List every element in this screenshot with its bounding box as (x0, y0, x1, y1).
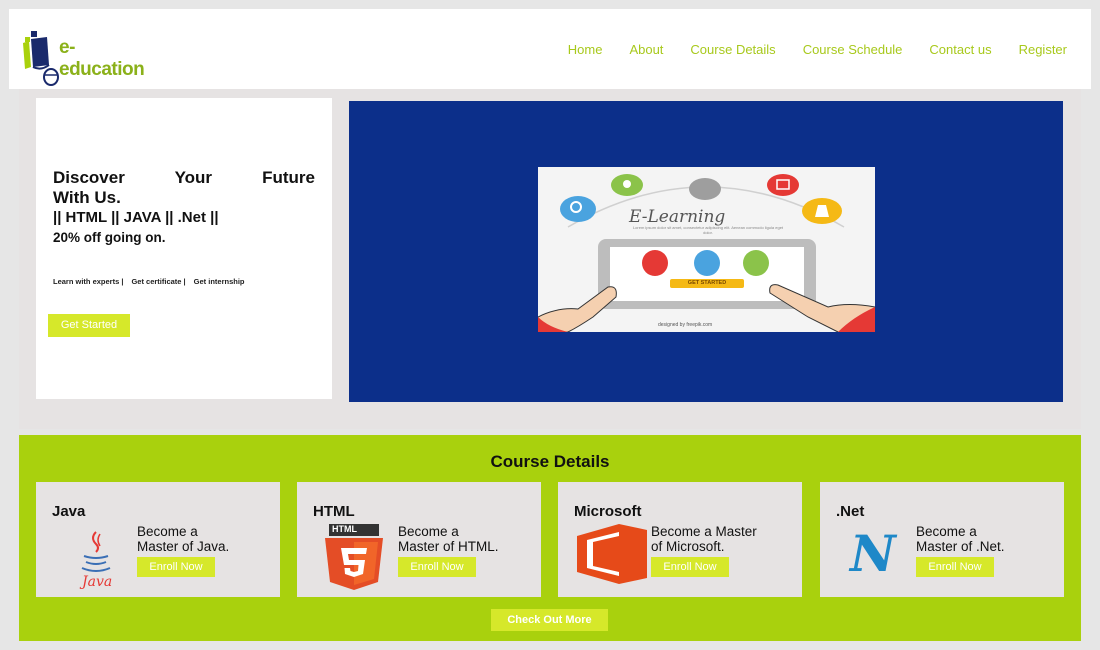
hero-tag: Get certificate | (131, 277, 186, 286)
course-desc-line: of Microsoft. (651, 539, 725, 554)
course-name: Microsoft (574, 503, 642, 520)
course-desc-line: Become a (916, 524, 977, 539)
html5-icon-label: HTML (332, 524, 357, 534)
hero-title-line1: Discover Your Future (53, 168, 315, 187)
site-header: e-education Home About Course Details Co… (9, 9, 1091, 89)
course-desc-line: Master of Java. (137, 539, 230, 554)
hero-title: Discover Your Future With Us. (53, 168, 315, 208)
main-nav: Home About Course Details Course Schedul… (568, 42, 1067, 57)
book-mouse-icon (23, 31, 59, 86)
course-desc-line: Become a (398, 524, 459, 539)
hero-tags: Learn with experts | Get certificate | G… (53, 277, 245, 286)
logo[interactable]: e-education (19, 27, 149, 89)
hero-section: Discover Your Future With Us. || HTML ||… (19, 89, 1081, 429)
course-name: Java (52, 503, 86, 520)
course-description: Become a Master of .Net. (916, 524, 1061, 554)
hero-offer: 20% off going on. (53, 230, 166, 245)
course-description: Become a Master of Java. (137, 524, 282, 554)
course-description: Become a Master of Microsoft. (651, 524, 796, 554)
course-card-html: HTML HTML Become a Master of HTML. Enrol… (297, 482, 541, 597)
nav-contact-us[interactable]: Contact us (929, 42, 991, 57)
course-card-microsoft: Microsoft Become a Master of Microsoft. … (558, 482, 802, 597)
nav-about[interactable]: About (629, 42, 663, 57)
course-card-java: Java Java Become a Master of Java. Enrol… (36, 482, 280, 597)
get-started-button[interactable]: Get Started (48, 314, 130, 337)
enroll-now-button[interactable]: Enroll Now (398, 557, 476, 577)
section-title: Course Details (490, 452, 610, 471)
enroll-now-button[interactable]: Enroll Now (916, 557, 994, 577)
course-description: Become a Master of HTML. (398, 524, 543, 554)
elearning-illustration: E-Learning Lorem ipsum dolor sit amet, c… (538, 167, 875, 332)
nav-register[interactable]: Register (1019, 42, 1067, 57)
brand-name: e-education (59, 37, 145, 80)
dotnet-icon-label: N (850, 524, 896, 583)
hero-banner: E-Learning Lorem ipsum dolor sit amet, c… (349, 101, 1063, 402)
enroll-now-button[interactable]: Enroll Now (651, 557, 729, 577)
elearning-caption: Lorem ipsum dolor sit amet, consectetur … (632, 225, 784, 235)
elearning-title: E-Learning (629, 207, 726, 227)
hero-subtitle: || HTML || JAVA || .Net || (53, 209, 219, 226)
java-icon: Java (66, 524, 126, 594)
course-details-section: Course Details Java Java Become a Master… (19, 435, 1081, 641)
check-out-more-button[interactable]: Check Out More (491, 609, 608, 631)
course-card-dotnet: .Net N Become a Master of .Net. Enroll N… (820, 482, 1064, 597)
nav-course-details[interactable]: Course Details (690, 42, 775, 57)
course-desc-line: Become a Master (651, 524, 757, 539)
hero-tag: Get internship (193, 277, 245, 286)
elearning-get-started: GET STARTED (687, 280, 727, 286)
elearning-credit: designed by freepik.com (658, 322, 713, 328)
course-desc-line: Master of HTML. (398, 539, 499, 554)
html5-icon: HTML (323, 524, 383, 594)
elearning-graphic (538, 174, 875, 332)
hero-text-panel: Discover Your Future With Us. || HTML ||… (36, 98, 332, 399)
nav-course-schedule[interactable]: Course Schedule (803, 42, 903, 57)
office-icon (573, 524, 649, 594)
hero-title-line2: With Us. (53, 188, 121, 207)
nav-home[interactable]: Home (568, 42, 603, 57)
course-desc-line: Master of .Net. (916, 539, 1005, 554)
course-desc-line: Become a (137, 524, 198, 539)
java-icon-label: Java (82, 574, 113, 590)
course-name: HTML (313, 503, 355, 520)
dotnet-icon: N (850, 524, 910, 600)
hero-tag: Learn with experts | (53, 277, 124, 286)
enroll-now-button[interactable]: Enroll Now (137, 557, 215, 577)
course-name: .Net (836, 503, 865, 520)
